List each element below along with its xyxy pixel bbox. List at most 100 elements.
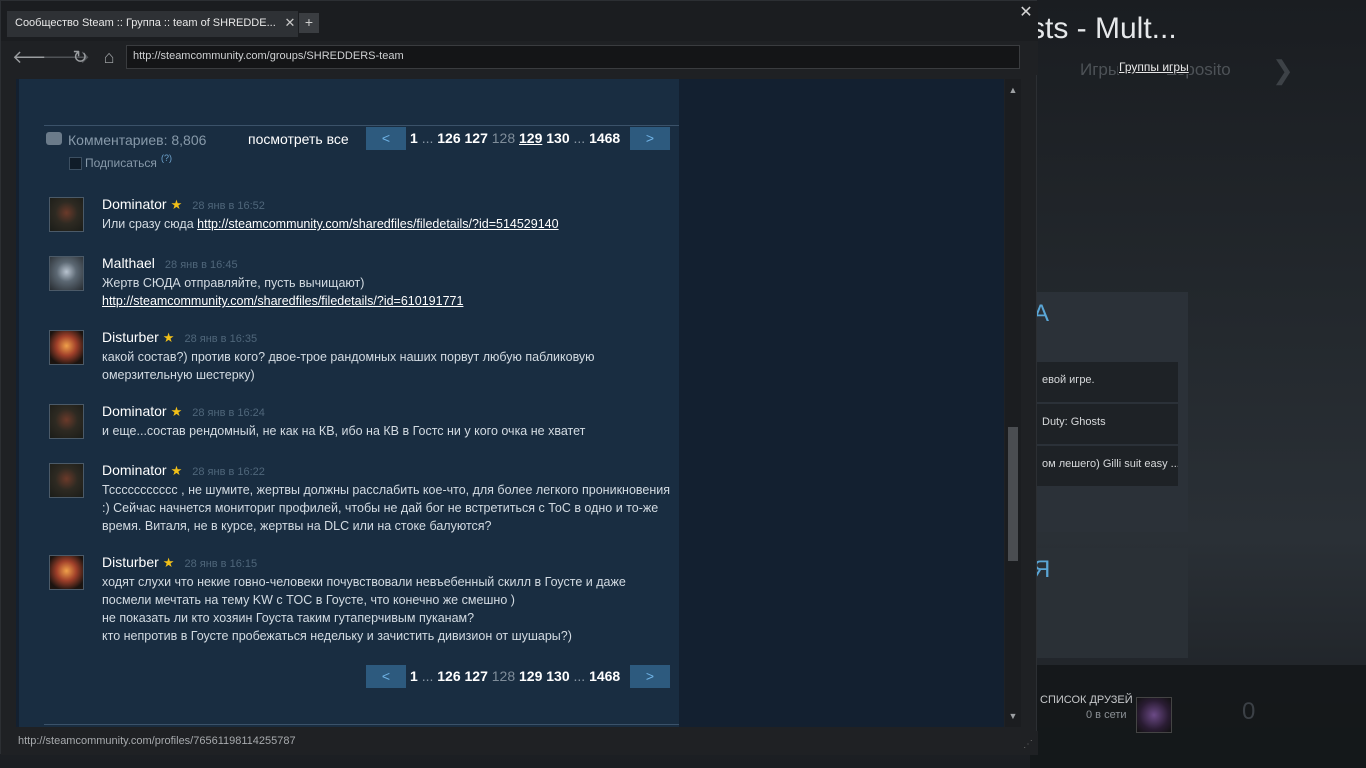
address-bar[interactable]: http://steamcommunity.com/groups/SHREDDE… xyxy=(126,45,1020,69)
page-link[interactable]: 126 xyxy=(437,668,460,684)
star-icon: ★ xyxy=(162,330,175,345)
tab-bar: Сообщество Steam :: Группа :: team of SH… xyxy=(1,1,1038,41)
comment-author[interactable]: Disturber xyxy=(102,554,159,570)
avatar[interactable] xyxy=(49,404,84,439)
comments-count: Комментариев: 8,806 xyxy=(68,132,207,148)
avatar[interactable] xyxy=(49,463,84,498)
window-close-icon[interactable]: ✕ xyxy=(1017,4,1035,22)
nav-games[interactable]: Игры xyxy=(1080,60,1120,79)
user-avatar[interactable] xyxy=(1136,697,1172,733)
friends-list-label[interactable]: СПИСОК ДРУЗЕЙ xyxy=(1040,694,1133,706)
star-icon: ★ xyxy=(170,197,183,212)
current-page: 128 xyxy=(491,130,516,146)
new-tab-button[interactable]: + xyxy=(299,13,319,33)
tab-title: Сообщество Steam :: Группа :: team of SH… xyxy=(15,17,276,29)
comment-line: ходят слухи что некие говно-человеки поч… xyxy=(102,575,626,589)
page-link[interactable]: 130 xyxy=(546,130,569,146)
comment-timestamp: 28 янв в 16:22 xyxy=(192,466,265,478)
comments-section: Комментариев: 8,806 посмотреть все < 1 .… xyxy=(19,79,679,727)
friends-bar xyxy=(1030,665,1366,768)
panel-row[interactable]: евой игре. xyxy=(1030,362,1178,402)
comment-text: ходят слухи что некие говно-человеки поч… xyxy=(102,573,672,645)
avatar[interactable] xyxy=(49,197,84,232)
prev-page-button[interactable]: < xyxy=(366,127,406,150)
game-panel-2 xyxy=(1030,548,1188,658)
page-link[interactable]: 127 xyxy=(465,130,488,146)
page-numbers: 1 ... 126 127 128 129 130 ... 1468 xyxy=(410,130,620,146)
comment-author[interactable]: Malthael xyxy=(102,255,155,271)
star-icon: ★ xyxy=(162,555,175,570)
comment-header: Dominator ★ 28 янв в 16:52 xyxy=(102,196,265,213)
panel-row[interactable]: ом лешего) Gilli suit easy ... xyxy=(1030,446,1178,486)
chevron-right-icon[interactable]: ❯ xyxy=(1272,55,1294,86)
comment-author[interactable]: Dominator xyxy=(102,196,167,212)
avatar[interactable] xyxy=(49,555,84,590)
page-link[interactable]: 129 xyxy=(519,668,542,684)
status-url: http://steamcommunity.com/profiles/76561… xyxy=(18,735,296,747)
comment-header: Malthael 28 янв в 16:45 xyxy=(102,255,238,271)
comment-timestamp: 28 янв в 16:35 xyxy=(184,333,258,345)
comment-author[interactable]: Dominator xyxy=(102,462,167,478)
game-groups-link[interactable]: Группы игры xyxy=(1118,60,1190,74)
page-link[interactable]: 130 xyxy=(546,668,569,684)
comment-line: посмели мечтать на тему KW с TOC в Гоуст… xyxy=(102,593,515,607)
comment-link[interactable]: http://steamcommunity.com/sharedfiles/fi… xyxy=(197,217,558,231)
page-link[interactable]: 1 xyxy=(410,668,418,684)
comment-link[interactable]: http://steamcommunity.com/sharedfiles/fi… xyxy=(102,294,463,308)
ellipsis: ... xyxy=(573,130,586,146)
reload-icon[interactable]: ↻ xyxy=(69,45,91,69)
overlay-browser-window: Сообщество Steam :: Группа :: team of SH… xyxy=(0,0,1038,755)
scroll-down-icon[interactable]: ▼ xyxy=(1007,709,1019,723)
prev-page-button[interactable]: < xyxy=(366,665,406,688)
comment-bubble-icon xyxy=(46,132,62,145)
page-link[interactable]: 127 xyxy=(465,668,488,684)
divider xyxy=(44,724,679,725)
avatar[interactable] xyxy=(49,330,84,365)
pagination-top: < 1 ... 126 127 128 129 130 ... 1468 > xyxy=(366,127,670,150)
comment-author[interactable]: Disturber xyxy=(102,329,159,345)
star-icon: ★ xyxy=(170,404,183,419)
comment-text-prefix: Или сразу сюда xyxy=(102,217,198,231)
notification-counter: 0 xyxy=(1242,698,1256,725)
tab-close-icon[interactable]: ✕ xyxy=(283,15,297,31)
scroll-up-icon[interactable]: ▲ xyxy=(1007,83,1019,97)
home-icon[interactable]: ⌂ xyxy=(98,45,120,69)
page-link[interactable]: 126 xyxy=(437,130,460,146)
next-page-button[interactable]: > xyxy=(630,127,670,150)
avatar[interactable] xyxy=(49,256,84,291)
next-page-button[interactable]: > xyxy=(630,665,670,688)
comment-line: Жертв СЮДА отправляйте, пусть вычищают) xyxy=(102,276,365,290)
comment-timestamp: 28 янв в 16:52 xyxy=(192,200,265,212)
subscribe-label[interactable]: Подписаться xyxy=(85,156,157,170)
browser-tab[interactable]: Сообщество Steam :: Группа :: team of SH… xyxy=(7,11,298,37)
comment-line: не показать ли кто хозяин Гоуста таким г… xyxy=(102,611,475,625)
page-link[interactable]: 1468 xyxy=(589,668,620,684)
ellipsis: ... xyxy=(573,668,586,684)
page-link[interactable]: 129 xyxy=(519,130,542,146)
forward-arrow-icon[interactable]: 🡒 xyxy=(42,45,90,69)
vertical-scrollbar[interactable]: ▲ ▼ xyxy=(1005,79,1021,727)
page-link[interactable]: 1 xyxy=(410,130,418,146)
resize-grip-icon[interactable]: ⋰ xyxy=(1023,739,1035,751)
divider xyxy=(44,125,679,126)
current-page: 128 xyxy=(491,668,516,684)
comment-text: какой состав?) против кого? двое-трое ра… xyxy=(102,350,595,382)
comment-text: Тссссссссссс , не шумите, жертвы должны … xyxy=(102,483,670,533)
comment-timestamp: 28 янв в 16:15 xyxy=(184,558,258,570)
panel-row[interactable]: Duty: Ghosts xyxy=(1030,404,1178,444)
help-link[interactable]: (?) xyxy=(161,153,172,163)
star-icon: ★ xyxy=(170,463,183,478)
back-arrow-icon[interactable]: 🡐 xyxy=(12,45,60,69)
scrollbar-thumb[interactable] xyxy=(1008,427,1018,561)
comment-text: Или сразу сюда http://steamcommunity.com… xyxy=(102,215,672,233)
online-count: 0 в сети xyxy=(1086,709,1127,721)
view-all-link[interactable]: посмотреть все xyxy=(248,131,349,147)
page-link[interactable]: 1468 xyxy=(589,130,620,146)
comment-author[interactable]: Dominator xyxy=(102,403,167,419)
game-title: sts - Mult... xyxy=(1030,12,1177,45)
pagination-bottom: < 1 ... 126 127 128 129 130 ... 1468 > xyxy=(366,665,670,688)
comment-header: Disturber ★ 28 янв в 16:15 xyxy=(102,554,257,571)
subscribe-checkbox[interactable] xyxy=(69,157,82,170)
comment-header: Dominator ★ 28 янв в 16:24 xyxy=(102,403,265,420)
ellipsis: ... xyxy=(421,130,434,146)
